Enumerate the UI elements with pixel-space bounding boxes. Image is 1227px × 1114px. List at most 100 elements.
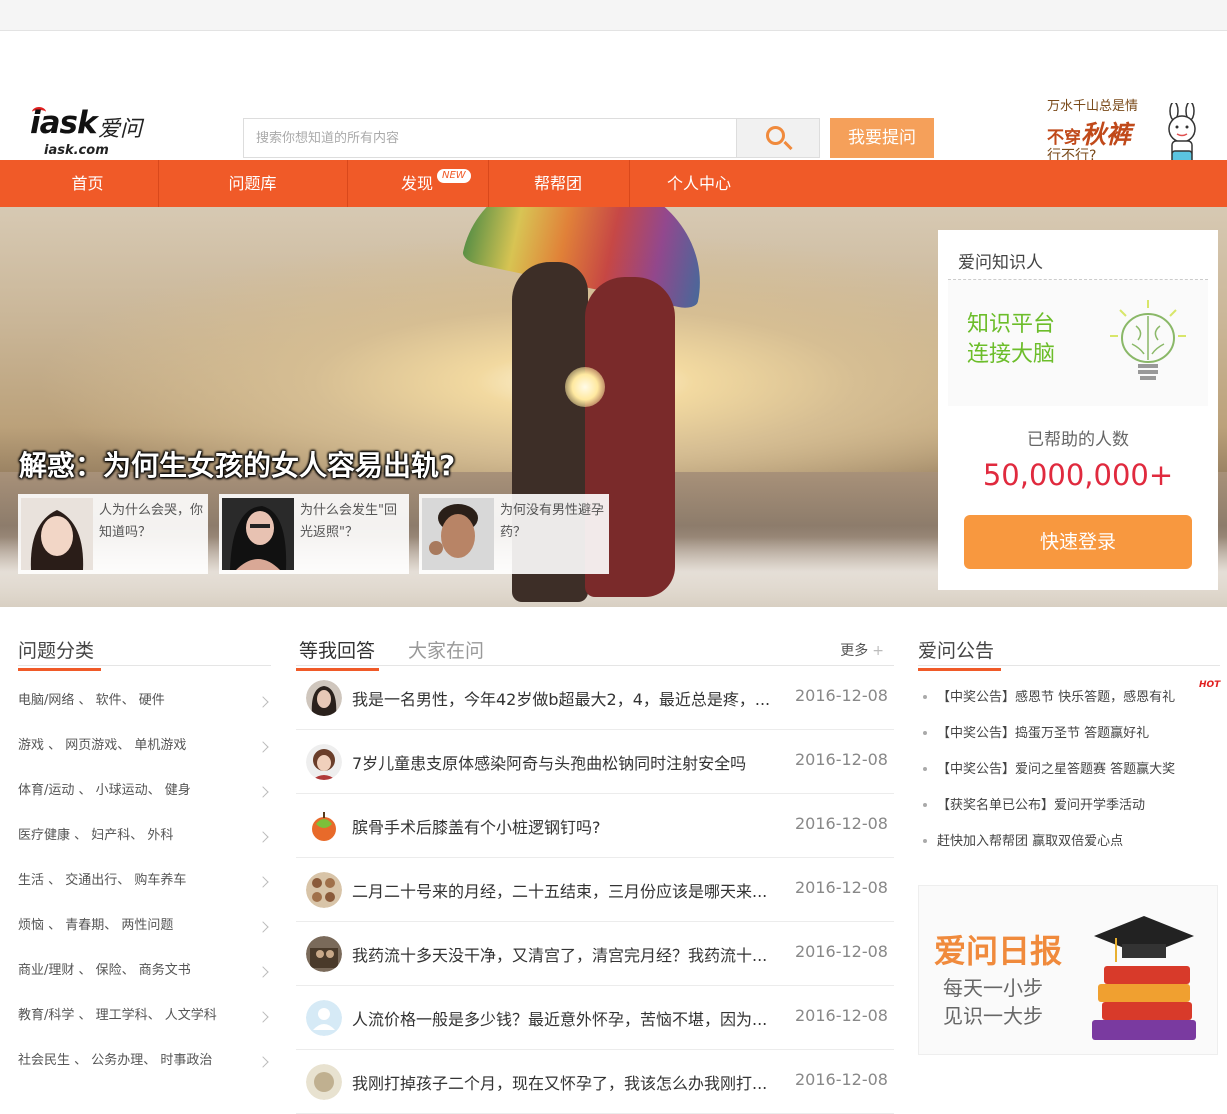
- daily-line2: 见识一大步: [943, 1004, 1043, 1028]
- question-text: 我药流十多天没干净，又清宫了，清宫完月经？我药流十...: [352, 946, 768, 965]
- header: iask 爱问 iask.com 我要提问 万水千山总是情 不穿秋裤 行不行?: [0, 31, 1227, 169]
- question-text: 我刚打掉孩子二个月，现在又怀孕了，我该怎么办我刚打...: [352, 1074, 768, 1093]
- notice-item[interactable]: 赶快加入帮帮团 赢取双倍爱心点: [918, 830, 1220, 849]
- question-row[interactable]: 二月二十号来的月经，二十五结束，三月份应该是哪天来... 2016-12-08: [296, 858, 894, 922]
- hot-badge-icon: HOT: [1199, 680, 1221, 690]
- question-row[interactable]: 人流价格一般是多少钱？最近意外怀孕，苦恼不堪，因为... 2016-12-08: [296, 986, 894, 1050]
- category-row[interactable]: 教育/科学 、 理工学科、 人文学科: [18, 1004, 271, 1049]
- question-text: 我是一名男性，今年42岁做b超最大2，4，最近总是疼，...: [352, 690, 771, 709]
- divider: [18, 665, 271, 666]
- logo-cn: 爱问: [98, 117, 143, 142]
- search-icon-handle: [783, 140, 793, 151]
- category-row[interactable]: 社会民生 、 公务办理、 时事政治: [18, 1049, 271, 1094]
- banner-thumb[interactable]: 为何没有男性避孕药？: [419, 494, 609, 574]
- daily-title: 爱问日报: [934, 932, 1063, 970]
- bullet: [923, 694, 927, 699]
- nav-personal-center[interactable]: 个人中心: [631, 160, 767, 207]
- question-row[interactable]: 膑骨手术后膝盖有个小桩逻钢钉吗? 2016-12-08: [296, 794, 894, 858]
- banner-thumb[interactable]: 为什么会发生"回光返照"？: [219, 494, 409, 574]
- category-row[interactable]: 烦恼 、 青春期、 两性问题: [18, 914, 271, 959]
- quick-login-button[interactable]: 快速登录: [964, 515, 1192, 569]
- question-date: 2016-12-08: [795, 1006, 888, 1025]
- category-row[interactable]: 体育/运动 、 小球运动、 健身: [18, 779, 271, 824]
- daily-report-banner[interactable]: 爱问日报 每天一小步 见识一大步: [918, 885, 1218, 1055]
- bullet: [923, 730, 927, 735]
- daily-line1: 每天一小步: [943, 976, 1043, 1000]
- bullet: [923, 838, 927, 843]
- nav-discover[interactable]: 发现: [349, 160, 485, 207]
- avatar: [306, 1064, 342, 1100]
- category-row-text: 烦恼 、 青春期、 两性问题: [18, 918, 174, 933]
- tab-everyone-asking[interactable]: 大家在问: [408, 636, 484, 663]
- question-text: 7岁儿童患支原体感染阿奇与头孢曲松钠同时注射安全吗: [352, 754, 747, 773]
- question-date: 2016-12-08: [795, 750, 888, 769]
- category-row[interactable]: 生活 、 交通出行、 购车养车: [18, 869, 271, 914]
- thumb-caption: 人为什么会哭，你知道吗？: [99, 503, 204, 540]
- divider: [918, 665, 1220, 666]
- brain-bulb-icon: [1110, 300, 1186, 380]
- nav-divider: [629, 160, 630, 207]
- daily-slogan: 每天一小步 见识一大步: [943, 974, 1043, 1030]
- nav-divider: [488, 160, 489, 207]
- notice-text: 【中奖公告】爱问之星答题赛 答题赢大奖: [937, 762, 1176, 777]
- question-row[interactable]: 我刚打掉孩子二个月，现在又怀孕了，我该怎么办我刚打... 2016-12-08: [296, 1050, 894, 1114]
- avatar: [306, 872, 342, 908]
- default-avatar-icon: [306, 1000, 342, 1036]
- nav-divider: [158, 160, 159, 207]
- category-row[interactable]: 商业/理财 、 保险、 商务文书: [18, 959, 271, 1004]
- more-label: 更多: [840, 643, 869, 659]
- avatar: [306, 936, 342, 972]
- nav-help-group[interactable]: 帮帮团: [490, 160, 626, 207]
- notice-item[interactable]: 【中奖公告】感恩节 快乐答题，感恩有礼 HOT: [918, 680, 1220, 705]
- search-button[interactable]: [736, 119, 819, 157]
- category-title-text: 问题分类: [18, 640, 95, 662]
- slogan-text: 知识平台 连接大脑: [967, 310, 1055, 370]
- logo-domain: iask.com: [44, 143, 109, 158]
- question-date: 2016-12-08: [795, 814, 888, 833]
- notice-item[interactable]: 【获奖名单已公布】爱问开学季活动: [918, 794, 1220, 813]
- banner-thumb[interactable]: 人为什么会哭，你知道吗？: [18, 494, 208, 574]
- search-icon: [766, 126, 785, 145]
- site-logo[interactable]: iask 爱问 iask.com: [30, 105, 145, 161]
- question-date: 2016-12-08: [795, 878, 888, 897]
- question-row[interactable]: 我是一名男性，今年42岁做b超最大2，4，最近总是疼，... 2016-12-0…: [296, 666, 894, 730]
- chevron-right-icon: [257, 966, 269, 978]
- notice-text: 【获奖名单已公布】爱问开学季活动: [937, 798, 1146, 813]
- helped-label: 已帮助的人数: [1027, 430, 1129, 450]
- hero-banner[interactable]: 解惑：为何生女孩的女人容易出轨? 人为什么会哭，你知道吗？ 为什么会发生"回光返…: [0, 207, 1227, 607]
- category-row-text: 商业/理财 、 保险、 商务文书: [18, 963, 191, 978]
- question-text: 膑骨手术后膝盖有个小桩逻钢钉吗?: [352, 818, 601, 837]
- avatar: [306, 680, 342, 716]
- tab-waiting-answer[interactable]: 等我回答: [296, 636, 379, 671]
- chevron-right-icon: [257, 696, 269, 708]
- banner-title[interactable]: 解惑：为何生女孩的女人容易出轨?: [19, 444, 455, 484]
- category-row[interactable]: 游戏 、 网页游戏、 单机游戏: [18, 734, 271, 779]
- sun-glow: [565, 367, 605, 407]
- login-panel: 爱问知识人 知识平台 连接大脑 已帮助的人数 50,000,000+ 快速登录: [938, 230, 1218, 590]
- more-link[interactable]: 更多 +: [840, 640, 884, 660]
- category-row[interactable]: 电脑/网络 、 软件、 硬件: [18, 689, 271, 734]
- question-date: 2016-12-08: [795, 686, 888, 705]
- thumb-caption: 为什么会发生"回光返照"？: [300, 503, 397, 540]
- nav-home[interactable]: 首页: [20, 160, 155, 207]
- question-row[interactable]: 我药流十多天没干净，又清宫了，清宫完月经？我药流十... 2016-12-08: [296, 922, 894, 986]
- question-text: 人流价格一般是多少钱？最近意外怀孕，苦恼不堪，因为...: [352, 1010, 768, 1029]
- notice-text: 赶快加入帮帮团 赢取双倍爱心点: [937, 834, 1124, 849]
- notice-item[interactable]: 【中奖公告】爱问之星答题赛 答题赢大奖: [918, 758, 1220, 777]
- thumb-image-woman-portrait: [222, 498, 294, 570]
- category-row[interactable]: 医疗健康 、 妇产科、 外科: [18, 824, 271, 869]
- nav-divider: [347, 160, 348, 207]
- chevron-right-icon: [257, 1011, 269, 1023]
- thumb-caption: 为何没有男性避孕药？: [500, 503, 605, 540]
- nav-question-library[interactable]: 问题库: [160, 160, 345, 207]
- ask-question-button[interactable]: 我要提问: [830, 118, 934, 158]
- question-row[interactable]: 7岁儿童患支原体感染阿奇与头孢曲松钠同时注射安全吗 2016-12-08: [296, 730, 894, 794]
- search-input[interactable]: [244, 119, 737, 157]
- notice-item[interactable]: 【中奖公告】捣蛋万圣节 答题赢好礼: [918, 722, 1220, 741]
- bullet: [923, 766, 927, 771]
- chevron-right-icon: [257, 831, 269, 843]
- notice-title: 爱问公告: [918, 636, 1001, 671]
- logo-text: iask: [30, 105, 98, 141]
- thumb-image-man-pill: [422, 498, 494, 570]
- category-title: 问题分类: [18, 636, 101, 671]
